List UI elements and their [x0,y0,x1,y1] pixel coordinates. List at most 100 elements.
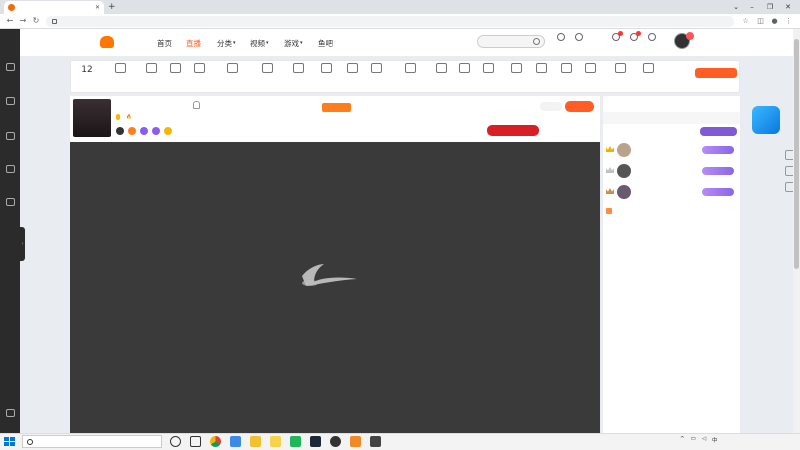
app-icon[interactable] [330,436,341,447]
streamer-avatar[interactable] [73,99,111,137]
new-tab-icon[interactable]: + [108,2,116,12]
search-input[interactable] [477,35,545,48]
tool-ad[interactable] [285,63,311,76]
sidebar-item-games[interactable] [0,130,20,152]
download-button[interactable] [643,33,661,42]
chrome-icon[interactable] [210,436,221,447]
tool-gift[interactable] [219,63,245,76]
nav-category[interactable]: 分类 [217,38,232,49]
sidebar-item-follow[interactable] [0,61,20,83]
app-icon[interactable] [270,436,281,447]
pc-client-button[interactable] [695,68,737,78]
restore-icon[interactable]: ❐ [762,1,778,13]
reload-icon[interactable]: ↻ [31,16,41,26]
rank-row[interactable] [606,184,738,200]
become-vip-button[interactable] [700,127,737,136]
douyu-logo[interactable] [100,36,116,48]
nav-video[interactable]: 视频 [250,38,265,49]
sidebar-toggle-handle[interactable]: › [20,227,25,261]
sidebar-item-live[interactable] [0,196,20,218]
rank-row[interactable] [606,163,738,179]
headset-icon [5,409,15,417]
headset-icon [510,63,522,73]
forward-icon[interactable]: → [18,16,28,26]
room-tag[interactable] [128,127,136,135]
user-level[interactable]: 12 [76,65,98,77]
nav-home[interactable]: 首页 [157,38,172,49]
extensions-icon[interactable]: ◫ [756,17,765,26]
tool-extra-2[interactable] [635,63,661,76]
video-player[interactable] [70,142,600,433]
browser-menu-icon[interactable]: ⋮ [784,17,793,26]
app-icon[interactable] [230,436,241,447]
nav-fishbar[interactable]: 鱼吧 [318,38,333,49]
new-task-button[interactable] [487,125,539,136]
search-icon[interactable] [533,38,540,45]
tool-edit[interactable] [553,63,579,76]
sidebar-item-ranking[interactable] [0,95,20,117]
app-icon[interactable] [350,436,361,447]
crown-icon [606,188,614,194]
browser-tab[interactable]: ✕ [4,1,104,14]
tool-flame[interactable] [313,63,339,76]
tool-headset[interactable] [503,63,529,76]
notice-set-button[interactable] [322,103,351,112]
tool-more[interactable] [577,63,603,76]
tool-ship[interactable] [451,63,477,76]
ime-icon[interactable]: 中 [712,436,718,444]
close-tab-icon[interactable]: ✕ [95,4,100,11]
nav-game[interactable]: 游戏 [284,38,299,49]
steam-icon[interactable] [310,436,321,447]
windows-start-icon[interactable] [2,435,16,448]
network-icon[interactable]: ▭ [691,436,696,444]
screen-icon [370,63,382,73]
sidebar-item-cloud-game[interactable] [0,163,20,185]
folder-icon[interactable] [250,436,261,447]
messages-button[interactable] [607,31,625,42]
tool-sparkle[interactable] [138,63,164,76]
room-tag[interactable] [140,127,148,135]
page-scrollbar[interactable] [793,29,800,433]
back-icon[interactable]: ← [5,16,15,26]
bookmark-star-icon[interactable]: ☆ [741,17,750,26]
tool-shopping-cart[interactable] [186,63,212,76]
app-icon[interactable] [370,436,381,447]
ranking-icon [5,97,15,105]
close-window-icon[interactable]: ✕ [780,1,796,13]
tool-controller[interactable] [528,63,554,76]
browser-tab-strip [0,0,800,14]
room-tag[interactable] [152,127,160,135]
tray-chevron-icon[interactable]: ^ [680,436,685,444]
tool-extra-1[interactable] [607,63,633,76]
cortana-icon[interactable] [170,436,181,447]
wechat-icon[interactable] [290,436,301,447]
task-view-icon[interactable] [190,436,201,447]
address-bar[interactable] [46,16,734,27]
scrollbar-thumb[interactable] [794,39,799,269]
wave-icon [169,63,181,73]
tool-task-list[interactable] [397,63,423,76]
fishpond-button[interactable] [625,31,643,42]
tool-pie[interactable] [339,63,365,76]
tool-gift-box[interactable] [107,63,133,76]
minimize-icon[interactable]: – [744,1,760,13]
room-tag[interactable] [164,127,172,135]
start-live-button[interactable] [570,33,588,42]
room-tag[interactable] [116,127,124,135]
flame-icon [320,63,332,73]
history-button[interactable] [552,33,570,42]
sidebar-item-service[interactable] [0,407,20,429]
follow-button[interactable] [565,101,594,112]
tool-screen[interactable] [363,63,389,76]
taskbar-search-input[interactable] [22,435,162,448]
volume-icon[interactable]: ◁ [702,436,706,444]
task-float-badge[interactable] [752,106,780,134]
profile-icon[interactable]: ● [770,17,779,26]
rank-row[interactable] [606,142,738,158]
tool-wave[interactable] [162,63,188,76]
tab-search-icon[interactable]: ⌄ [728,1,744,13]
hot-number [540,102,562,111]
nav-live[interactable]: 直播 [186,38,201,49]
tool-people[interactable] [475,63,501,76]
tool-alarm[interactable] [254,63,280,76]
